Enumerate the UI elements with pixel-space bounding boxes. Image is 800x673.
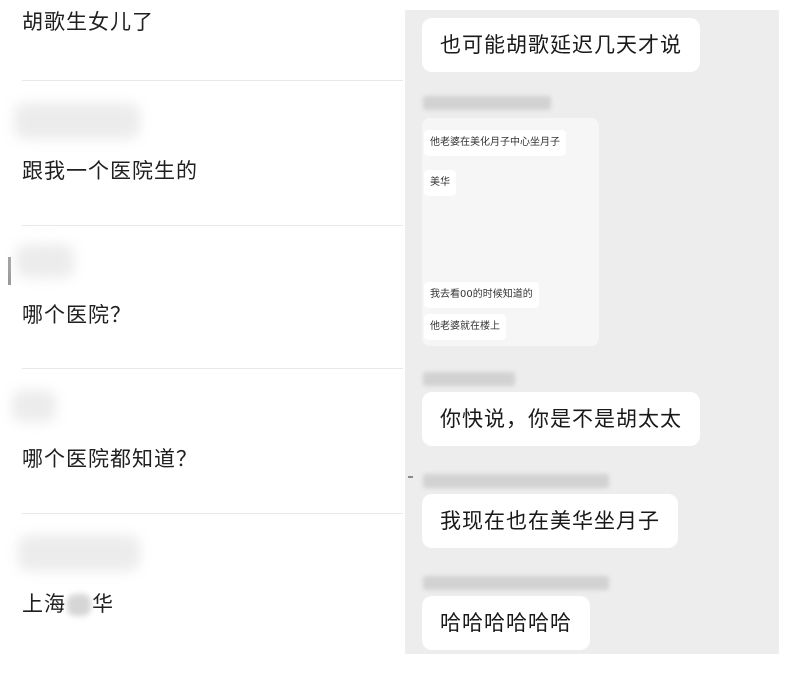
chat-bubble: 你快说，你是不是胡太太 xyxy=(422,392,700,446)
blurred-sender-name xyxy=(423,372,515,386)
blurred-username xyxy=(14,103,140,139)
image-message-line: 他老婆就在楼上 xyxy=(424,314,506,340)
blurred-sender-name xyxy=(423,96,551,110)
chat-panel: 也可能胡歌延迟几天才说 他老婆在美化月子中心坐月子 美华 我去看00的时候知道的… xyxy=(405,10,779,654)
blurred-username xyxy=(18,535,140,571)
redacted-character xyxy=(67,594,91,616)
comment-text-5-start: 上海 xyxy=(22,592,66,616)
image-message-line: 我去看00的时候知道的 xyxy=(424,282,539,308)
chat-bubble: 哈哈哈哈哈哈 xyxy=(422,596,590,650)
image-message-line: 美华 xyxy=(424,170,456,196)
comment-divider xyxy=(22,513,403,514)
chat-bubble: 我现在也在美华坐月子 xyxy=(422,494,678,548)
blurred-username xyxy=(12,390,56,422)
comment-divider xyxy=(22,80,403,81)
comment-text-1: 胡歌生女儿了 xyxy=(22,10,154,34)
edge-mark xyxy=(8,257,11,285)
comment-text-5: 上海 华 xyxy=(22,588,114,618)
forwarded-chat-image[interactable]: 他老婆在美化月子中心坐月子 美华 我去看00的时候知道的 他老婆就在楼上 xyxy=(422,118,599,346)
comment-divider xyxy=(22,368,403,369)
blurred-username xyxy=(16,244,74,278)
blurred-sender-name xyxy=(423,576,609,590)
comment-text-3: 哪个医院？ xyxy=(22,303,132,327)
image-message-line: 他老婆在美化月子中心坐月子 xyxy=(424,130,566,156)
comment-feed: 胡歌生女儿了 跟我一个医院生的 哪个医院？ 哪个医院都知道？ 上海 华 xyxy=(0,0,403,673)
blurred-sender-name xyxy=(423,474,609,488)
screenshot-root: 胡歌生女儿了 跟我一个医院生的 哪个医院？ 哪个医院都知道？ 上海 华 也可能胡歌… xyxy=(0,0,800,673)
comment-text-4: 哪个医院都知道？ xyxy=(22,447,198,471)
edge-mark xyxy=(408,476,413,478)
comment-text-2: 跟我一个医院生的 xyxy=(22,159,198,183)
chat-bubble: 也可能胡歌延迟几天才说 xyxy=(422,18,700,72)
comment-divider xyxy=(22,225,403,226)
comment-text-5-end: 华 xyxy=(92,592,114,616)
